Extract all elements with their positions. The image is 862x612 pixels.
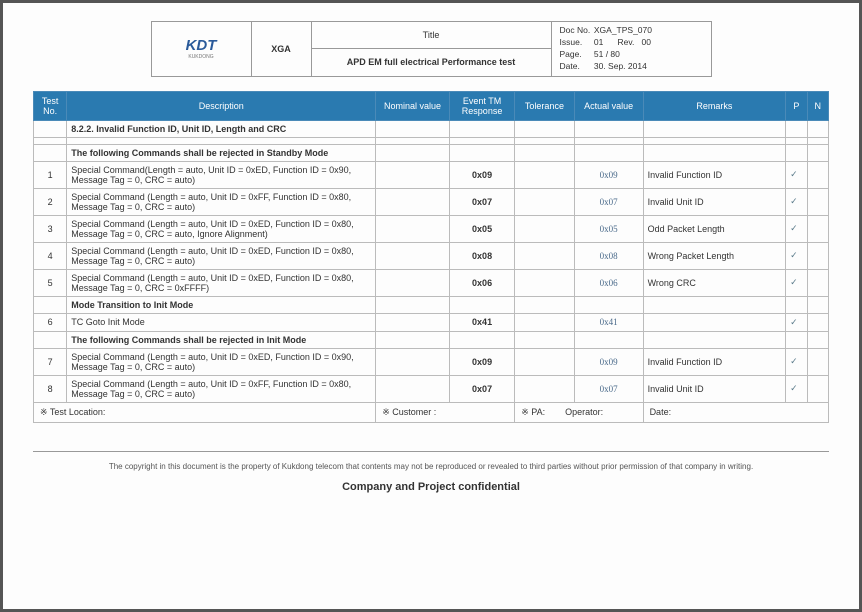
- header-table: KDT KUKDONG XGA Title Doc No. XGA_TPS_07…: [151, 21, 712, 77]
- check-icon: ✓: [786, 375, 807, 402]
- check-icon: ✓: [786, 313, 807, 331]
- col-testno: Test No.: [34, 91, 67, 120]
- test-location-label: Test Location:: [40, 407, 105, 417]
- main-table: Test No. Description Nominal value Event…: [33, 91, 829, 423]
- footer-date-label: Date:: [650, 407, 672, 417]
- section-row: 8.2.2. Invalid Function ID, Unit ID, Len…: [34, 120, 829, 137]
- confidential-text: Company and Project confidential: [33, 481, 829, 493]
- table-body: 8.2.2. Invalid Function ID, Unit ID, Len…: [34, 120, 829, 422]
- footer-row: Test Location: Customer : PA: Operator: …: [34, 402, 829, 422]
- col-evt: Event TM Response: [449, 91, 514, 120]
- doc-code: XGA: [251, 22, 311, 77]
- doc-no: XGA_TPS_070: [594, 25, 652, 35]
- spacer-row: [34, 137, 829, 144]
- section-row: Mode Transition to Init Mode: [34, 296, 829, 313]
- meta-cell: Doc No. XGA_TPS_070 Issue. 01 Rev. 00 Pa…: [551, 22, 711, 77]
- col-tol: Tolerance: [515, 91, 574, 120]
- table-row: 6 TC Goto Init Mode 0x41 0x41 ✓: [34, 313, 829, 331]
- check-icon: ✓: [786, 161, 807, 188]
- table-row: 1 Special Command(Length = auto, Unit ID…: [34, 161, 829, 188]
- table-row: 8 Special Command (Length = auto, Unit I…: [34, 375, 829, 402]
- pa-label: PA:: [521, 407, 545, 417]
- rev-val: 00: [641, 37, 650, 47]
- doc-title: APD EM full electrical Performance test: [311, 49, 551, 76]
- table-row: 3 Special Command (Length = auto, Unit I…: [34, 215, 829, 242]
- section-row: The following Commands shall be rejected…: [34, 144, 829, 161]
- col-nom: Nominal value: [376, 91, 450, 120]
- operator-label: Operator:: [565, 407, 603, 417]
- col-rem: Remarks: [643, 91, 786, 120]
- company-logo: KDT: [186, 37, 217, 54]
- table-row: 2 Special Command (Length = auto, Unit I…: [34, 188, 829, 215]
- page-val: 51 / 80: [594, 49, 620, 59]
- table-row: 4 Special Command (Length = auto, Unit I…: [34, 242, 829, 269]
- check-icon: ✓: [786, 348, 807, 375]
- table-row: 7 Special Command (Length = auto, Unit I…: [34, 348, 829, 375]
- col-act: Actual value: [574, 91, 643, 120]
- check-icon: ✓: [786, 269, 807, 296]
- col-desc: Description: [67, 91, 376, 120]
- customer-label: Customer :: [382, 407, 436, 417]
- check-icon: ✓: [786, 242, 807, 269]
- date-val: 30. Sep. 2014: [594, 61, 647, 71]
- document-page: KDT KUKDONG XGA Title Doc No. XGA_TPS_07…: [0, 0, 862, 612]
- issue-val: 01: [594, 37, 603, 47]
- section-row: The following Commands shall be rejected…: [34, 331, 829, 348]
- logo-cell: KDT KUKDONG: [151, 22, 251, 77]
- table-row: 5 Special Command (Length = auto, Unit I…: [34, 269, 829, 296]
- header-block: KDT KUKDONG XGA Title Doc No. XGA_TPS_07…: [33, 21, 829, 77]
- table-header-row: Test No. Description Nominal value Event…: [34, 91, 829, 120]
- check-icon: ✓: [786, 188, 807, 215]
- col-n: N: [807, 91, 828, 120]
- col-p: P: [786, 91, 807, 120]
- copyright-text: The copyright in this document is the pr…: [33, 451, 829, 471]
- title-label: Title: [311, 22, 551, 49]
- check-icon: ✓: [786, 215, 807, 242]
- company-sub: KUKDONG: [160, 54, 243, 60]
